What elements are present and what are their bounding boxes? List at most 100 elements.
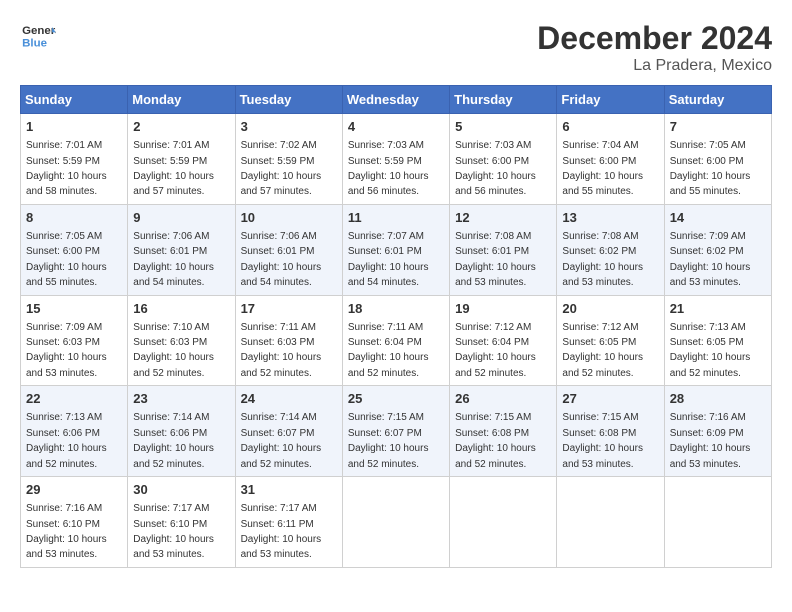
calendar-cell: 24 Sunrise: 7:14 AMSunset: 6:07 PMDayligh… bbox=[235, 386, 342, 477]
calendar-cell: 23 Sunrise: 7:14 AMSunset: 6:06 PMDayligh… bbox=[128, 386, 235, 477]
day-number: 23 bbox=[133, 390, 229, 408]
calendar-cell: 15Sunrise: 7:09 AMSunset: 6:03 PMDayligh… bbox=[21, 295, 128, 386]
day-info: Sunrise: 7:05 AMSunset: 6:00 PMDaylight:… bbox=[670, 140, 751, 197]
day-number: 22 bbox=[26, 390, 122, 408]
calendar-week-1: 1 Sunrise: 7:01 AMSunset: 5:59 PMDaylight… bbox=[21, 114, 772, 205]
calendar-cell: 18 Sunrise: 7:11 AMSunset: 6:04 PMDayligh… bbox=[342, 295, 449, 386]
calendar-cell: 8Sunrise: 7:05 AMSunset: 6:00 PMDaylight… bbox=[21, 204, 128, 295]
day-info: Sunrise: 7:17 AMSunset: 6:10 PMDaylight:… bbox=[133, 503, 214, 560]
header-cell-tuesday: Tuesday bbox=[235, 86, 342, 114]
logo: General Blue bbox=[20, 20, 56, 50]
day-number: 3 bbox=[241, 118, 337, 136]
day-info: Sunrise: 7:03 AMSunset: 5:59 PMDaylight:… bbox=[348, 140, 429, 197]
calendar-cell: 29 Sunrise: 7:16 AMSunset: 6:10 PMDayligh… bbox=[21, 477, 128, 568]
day-info: Sunrise: 7:04 AMSunset: 6:00 PMDaylight:… bbox=[562, 140, 643, 197]
day-number: 4 bbox=[348, 118, 444, 136]
day-info: Sunrise: 7:09 AMSunset: 6:03 PMDaylight:… bbox=[26, 322, 107, 379]
day-number: 11 bbox=[348, 209, 444, 227]
calendar-cell: 20Sunrise: 7:12 AMSunset: 6:05 PMDayligh… bbox=[557, 295, 664, 386]
day-number: 29 bbox=[26, 481, 122, 499]
calendar-week-4: 22 Sunrise: 7:13 AMSunset: 6:06 PMDayligh… bbox=[21, 386, 772, 477]
calendar-cell: 27 Sunrise: 7:15 AMSunset: 6:08 PMDayligh… bbox=[557, 386, 664, 477]
day-number: 8 bbox=[26, 209, 122, 227]
day-number: 5 bbox=[455, 118, 551, 136]
day-number: 21 bbox=[670, 300, 766, 318]
day-info: Sunrise: 7:15 AMSunset: 6:08 PMDaylight:… bbox=[562, 412, 643, 469]
calendar-cell: 11Sunrise: 7:07 AMSunset: 6:01 PMDayligh… bbox=[342, 204, 449, 295]
day-number: 1 bbox=[26, 118, 122, 136]
page-subtitle: La Pradera, Mexico bbox=[537, 57, 772, 75]
day-info: Sunrise: 7:03 AMSunset: 6:00 PMDaylight:… bbox=[455, 140, 536, 197]
svg-text:Blue: Blue bbox=[22, 37, 47, 49]
calendar-cell bbox=[557, 477, 664, 568]
header-cell-thursday: Thursday bbox=[450, 86, 557, 114]
day-number: 31 bbox=[241, 481, 337, 499]
day-number: 6 bbox=[562, 118, 658, 136]
calendar-cell: 6 Sunrise: 7:04 AMSunset: 6:00 PMDaylight… bbox=[557, 114, 664, 205]
day-info: Sunrise: 7:16 AMSunset: 6:09 PMDaylight:… bbox=[670, 412, 751, 469]
calendar-cell: 22 Sunrise: 7:13 AMSunset: 6:06 PMDayligh… bbox=[21, 386, 128, 477]
calendar-cell: 14 Sunrise: 7:09 AMSunset: 6:02 PMDayligh… bbox=[664, 204, 771, 295]
calendar-cell: 13 Sunrise: 7:08 AMSunset: 6:02 PMDayligh… bbox=[557, 204, 664, 295]
header-cell-wednesday: Wednesday bbox=[342, 86, 449, 114]
calendar-cell: 7 Sunrise: 7:05 AMSunset: 6:00 PMDaylight… bbox=[664, 114, 771, 205]
calendar-cell: 5 Sunrise: 7:03 AMSunset: 6:00 PMDaylight… bbox=[450, 114, 557, 205]
calendar-cell bbox=[450, 477, 557, 568]
day-info: Sunrise: 7:11 AMSunset: 6:04 PMDaylight:… bbox=[348, 322, 429, 379]
day-number: 25 bbox=[348, 390, 444, 408]
day-info: Sunrise: 7:11 AMSunset: 6:03 PMDaylight:… bbox=[241, 322, 322, 379]
calendar-cell: 10Sunrise: 7:06 AMSunset: 6:01 PMDayligh… bbox=[235, 204, 342, 295]
day-info: Sunrise: 7:06 AMSunset: 6:01 PMDaylight:… bbox=[133, 231, 214, 288]
day-info: Sunrise: 7:16 AMSunset: 6:10 PMDaylight:… bbox=[26, 503, 107, 560]
calendar-cell: 2Sunrise: 7:01 AMSunset: 5:59 PMDaylight… bbox=[128, 114, 235, 205]
day-number: 14 bbox=[670, 209, 766, 227]
calendar-cell: 17Sunrise: 7:11 AMSunset: 6:03 PMDayligh… bbox=[235, 295, 342, 386]
day-number: 30 bbox=[133, 481, 229, 499]
calendar-cell: 25 Sunrise: 7:15 AMSunset: 6:07 PMDayligh… bbox=[342, 386, 449, 477]
page-title: December 2024 bbox=[537, 20, 772, 57]
day-number: 9 bbox=[133, 209, 229, 227]
header-cell-friday: Friday bbox=[557, 86, 664, 114]
day-info: Sunrise: 7:09 AMSunset: 6:02 PMDaylight:… bbox=[670, 231, 751, 288]
day-info: Sunrise: 7:01 AMSunset: 5:59 PMDaylight:… bbox=[26, 140, 107, 197]
day-number: 18 bbox=[348, 300, 444, 318]
calendar-header-row: SundayMondayTuesdayWednesdayThursdayFrid… bbox=[21, 86, 772, 114]
day-info: Sunrise: 7:06 AMSunset: 6:01 PMDaylight:… bbox=[241, 231, 322, 288]
day-info: Sunrise: 7:08 AMSunset: 6:02 PMDaylight:… bbox=[562, 231, 643, 288]
calendar-cell: 16 Sunrise: 7:10 AMSunset: 6:03 PMDayligh… bbox=[128, 295, 235, 386]
day-number: 28 bbox=[670, 390, 766, 408]
header-cell-monday: Monday bbox=[128, 86, 235, 114]
calendar-cell: 12Sunrise: 7:08 AMSunset: 6:01 PMDayligh… bbox=[450, 204, 557, 295]
day-number: 26 bbox=[455, 390, 551, 408]
day-info: Sunrise: 7:14 AMSunset: 6:07 PMDaylight:… bbox=[241, 412, 322, 469]
day-number: 16 bbox=[133, 300, 229, 318]
calendar-cell: 30 Sunrise: 7:17 AMSunset: 6:10 PMDayligh… bbox=[128, 477, 235, 568]
day-number: 12 bbox=[455, 209, 551, 227]
day-number: 24 bbox=[241, 390, 337, 408]
day-info: Sunrise: 7:10 AMSunset: 6:03 PMDaylight:… bbox=[133, 322, 214, 379]
day-info: Sunrise: 7:15 AMSunset: 6:07 PMDaylight:… bbox=[348, 412, 429, 469]
calendar-cell bbox=[664, 477, 771, 568]
calendar-cell: 26 Sunrise: 7:15 AMSunset: 6:08 PMDayligh… bbox=[450, 386, 557, 477]
day-info: Sunrise: 7:12 AMSunset: 6:04 PMDaylight:… bbox=[455, 322, 536, 379]
day-info: Sunrise: 7:15 AMSunset: 6:08 PMDaylight:… bbox=[455, 412, 536, 469]
calendar-cell: 4 Sunrise: 7:03 AMSunset: 5:59 PMDaylight… bbox=[342, 114, 449, 205]
svg-text:General: General bbox=[22, 25, 56, 37]
title-area: December 2024 La Pradera, Mexico bbox=[537, 20, 772, 75]
day-number: 13 bbox=[562, 209, 658, 227]
day-number: 27 bbox=[562, 390, 658, 408]
calendar-table: SundayMondayTuesdayWednesdayThursdayFrid… bbox=[20, 85, 772, 568]
header-cell-sunday: Sunday bbox=[21, 86, 128, 114]
calendar-week-3: 15Sunrise: 7:09 AMSunset: 6:03 PMDayligh… bbox=[21, 295, 772, 386]
logo-icon: General Blue bbox=[20, 20, 56, 50]
day-info: Sunrise: 7:01 AMSunset: 5:59 PMDaylight:… bbox=[133, 140, 214, 197]
day-number: 7 bbox=[670, 118, 766, 136]
day-number: 19 bbox=[455, 300, 551, 318]
day-info: Sunrise: 7:14 AMSunset: 6:06 PMDaylight:… bbox=[133, 412, 214, 469]
day-info: Sunrise: 7:13 AMSunset: 6:06 PMDaylight:… bbox=[26, 412, 107, 469]
calendar-week-2: 8Sunrise: 7:05 AMSunset: 6:00 PMDaylight… bbox=[21, 204, 772, 295]
calendar-cell: 3Sunrise: 7:02 AMSunset: 5:59 PMDaylight… bbox=[235, 114, 342, 205]
day-info: Sunrise: 7:13 AMSunset: 6:05 PMDaylight:… bbox=[670, 322, 751, 379]
calendar-cell: 1 Sunrise: 7:01 AMSunset: 5:59 PMDaylight… bbox=[21, 114, 128, 205]
calendar-cell bbox=[342, 477, 449, 568]
